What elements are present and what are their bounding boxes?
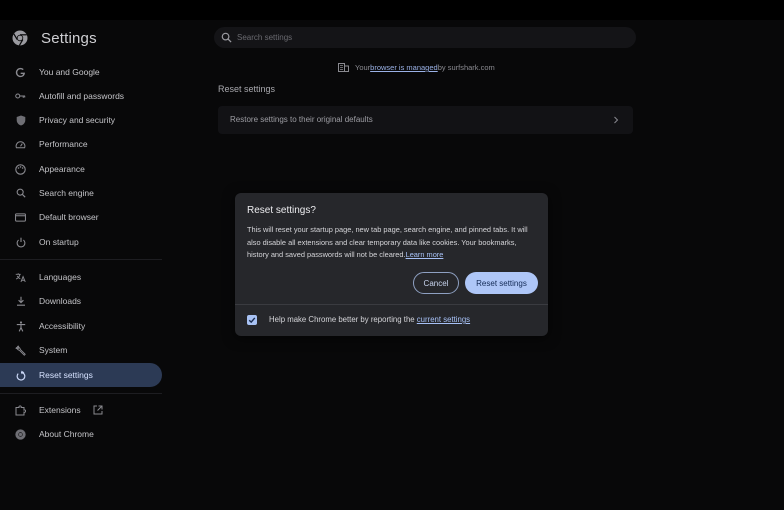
checkbox-label-text: Help make Chrome better by reporting the <box>269 315 417 324</box>
sidebar-item-you-and-google[interactable]: You and Google <box>0 60 162 84</box>
browser-managed-link[interactable]: browser is managed <box>370 63 438 72</box>
download-icon <box>15 296 26 307</box>
reset-icon <box>15 370 26 381</box>
sidebar-item-accessibility[interactable]: Accessibility <box>0 314 162 338</box>
sidebar-item-label: Accessibility <box>39 321 86 331</box>
key-icon <box>15 91 26 102</box>
wrench-icon <box>15 344 26 356</box>
chevron-right-icon <box>614 116 619 124</box>
current-settings-link[interactable]: current settings <box>417 315 470 324</box>
settings-window: Settings You and Google Autofill and pas… <box>0 20 784 510</box>
sidebar-item-label: About Chrome <box>39 429 94 439</box>
sidebar-item-privacy[interactable]: Privacy and security <box>0 108 162 132</box>
sidebar-item-label: Appearance <box>39 164 85 174</box>
sidebar-item-label: Performance <box>39 139 88 149</box>
search-input[interactable] <box>237 33 617 42</box>
sidebar-item-on-startup[interactable]: On startup <box>0 230 162 254</box>
search-bar[interactable] <box>214 27 636 48</box>
managed-suffix: by surfshark.com <box>437 63 495 72</box>
search-icon <box>221 32 232 43</box>
google-g-icon <box>15 67 26 78</box>
section-title: Reset settings <box>218 84 276 94</box>
shield-icon <box>15 115 26 126</box>
speedometer-icon <box>15 139 26 150</box>
sidebar-item-extensions[interactable]: Extensions <box>0 398 162 422</box>
report-settings-checkbox[interactable] <box>247 315 257 325</box>
sidebar-item-label: Privacy and security <box>39 115 116 125</box>
sidebar-item-label: Extensions <box>39 405 81 415</box>
sidebar-item-label: System <box>39 345 68 355</box>
restore-defaults-label: Restore settings to their original defau… <box>230 115 373 124</box>
power-icon <box>15 237 26 248</box>
sidebar-item-reset-settings[interactable]: Reset settings <box>0 363 162 387</box>
sidebar-item-label: Downloads <box>39 296 82 306</box>
sidebar-item-label: On startup <box>39 237 79 247</box>
external-link-icon <box>93 405 103 415</box>
search-icon <box>15 188 26 199</box>
sidebar-item-autofill[interactable]: Autofill and passwords <box>0 84 162 108</box>
sidebar-item-label: Languages <box>39 272 82 282</box>
sidebar-item-languages[interactable]: Languages <box>0 265 162 289</box>
sidebar-item-system[interactable]: System <box>0 338 162 362</box>
restore-defaults-row[interactable]: Restore settings to their original defau… <box>218 106 633 134</box>
sidebar-item-about-chrome[interactable]: About Chrome <box>0 422 162 446</box>
sidebar-divider <box>0 393 162 394</box>
sidebar-item-label: Autofill and passwords <box>39 91 125 101</box>
sidebar-item-default-browser[interactable]: Default browser <box>0 205 162 229</box>
sidebar-item-label: Search engine <box>39 188 94 198</box>
sidebar-item-label: Default browser <box>39 212 99 222</box>
cancel-button[interactable]: Cancel <box>413 272 459 294</box>
learn-more-link[interactable]: Learn more <box>406 250 444 259</box>
dialog-divider <box>235 304 548 305</box>
browser-window-icon <box>15 212 26 223</box>
managed-prefix: Your <box>355 63 371 72</box>
checkmark-icon <box>248 317 256 324</box>
sidebar-item-label: You and Google <box>39 67 100 77</box>
dialog-title: Reset settings? <box>247 205 316 216</box>
checkbox-label: Help make Chrome better by reporting the… <box>269 315 470 324</box>
sidebar-item-search-engine[interactable]: Search engine <box>0 181 162 205</box>
sidebar-divider <box>0 259 162 260</box>
reset-settings-button[interactable]: Reset settings <box>465 272 538 294</box>
sidebar-item-label: Reset settings <box>39 370 93 380</box>
puzzle-icon <box>15 404 26 416</box>
chrome-logo-icon <box>12 30 28 46</box>
building-icon <box>338 63 349 72</box>
dialog-body-text: This will reset your startup page, new t… <box>247 225 528 259</box>
chrome-icon <box>15 428 26 440</box>
translate-icon <box>15 272 26 283</box>
sidebar-item-appearance[interactable]: Appearance <box>0 157 162 181</box>
dialog-body: This will reset your startup page, new t… <box>247 224 539 262</box>
palette-icon <box>15 163 26 175</box>
sidebar-item-downloads[interactable]: Downloads <box>0 289 162 313</box>
page-title: Settings <box>41 30 97 47</box>
accessibility-icon <box>15 320 26 332</box>
reset-settings-dialog: Reset settings? This will reset your sta… <box>235 193 548 336</box>
managed-notice: Your browser is managed by surfshark.com <box>338 63 495 72</box>
sidebar-item-performance[interactable]: Performance <box>0 132 162 156</box>
